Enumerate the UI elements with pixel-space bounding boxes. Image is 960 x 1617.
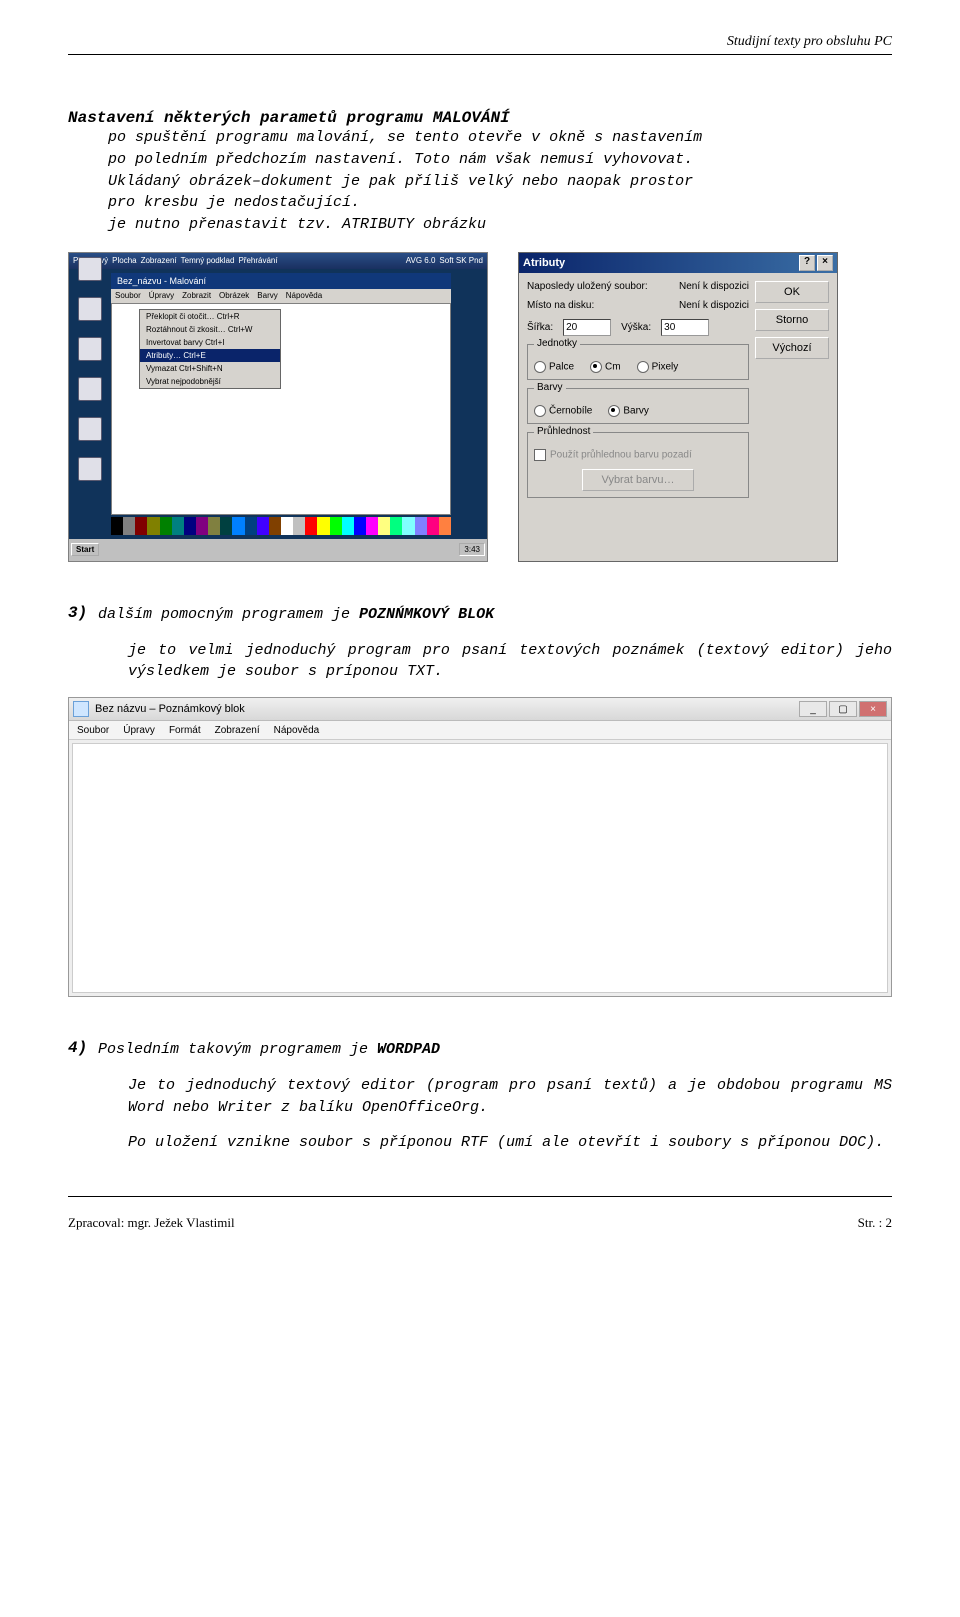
tray-clock: 3:43	[459, 543, 485, 556]
notepad-menubar[interactable]: SouborÚpravyFormátZobrazeníNápověda	[69, 721, 891, 740]
dialog-titlebar: Atributy ? ×	[519, 253, 837, 273]
radio-bw[interactable]	[534, 405, 546, 417]
header-divider	[68, 54, 892, 55]
footer-left: Zpracoval: mgr. Ježek Vlastimil	[68, 1215, 235, 1231]
desktop-icon	[73, 417, 107, 453]
transparency-checkbox[interactable]	[534, 449, 546, 461]
start-button[interactable]: Start	[71, 543, 99, 556]
units-group: Jednotky Palce Cm Pixely	[527, 344, 749, 380]
radio-cm[interactable]	[590, 361, 602, 373]
radio-color[interactable]	[608, 405, 620, 417]
close-button[interactable]: ×	[859, 701, 887, 717]
notepad-screenshot: Bez názvu – Poznámkový blok _ ▢ × Soubor…	[68, 697, 892, 997]
notepad-titlebar: Bez názvu – Poznámkový blok _ ▢ ×	[69, 698, 891, 721]
desktop-toolbar: PříkazovýPlochaZobrazeníTemný podkladPře…	[69, 253, 487, 269]
pick-color-button[interactable]: Vybrat barvu…	[582, 469, 694, 491]
notepad-textarea[interactable]	[72, 743, 888, 993]
default-button[interactable]: Výchozí	[755, 337, 829, 359]
program-name: WORDPAD	[377, 1041, 440, 1058]
context-menu[interactable]: Překlopit či otočit… Ctrl+R Roztáhnout č…	[139, 309, 281, 389]
minimize-button[interactable]: _	[799, 701, 827, 717]
paragraph: je to velmi jednoduchý program pro psaní…	[68, 640, 892, 684]
desktop-icon	[73, 297, 107, 333]
color-strip[interactable]	[111, 517, 451, 535]
paragraph: Ukládaný obrázek–dokument je pak příliš …	[68, 171, 892, 193]
notepad-icon	[73, 701, 89, 717]
list-number: 3)	[68, 604, 88, 626]
height-input[interactable]	[661, 319, 709, 336]
list-number: 4)	[68, 1039, 88, 1061]
paint-screenshot: PříkazovýPlochaZobrazeníTemný podkladPře…	[68, 252, 488, 562]
footer-divider	[68, 1196, 892, 1197]
paint-menubar[interactable]: SouborÚpravyZobrazitObrázekBarvyNápověda	[111, 289, 451, 303]
transparency-group: Průhlednost Použít průhlednou barvu poza…	[527, 432, 749, 498]
paragraph: Je to jednoduchý textový editor (program…	[68, 1075, 892, 1119]
program-name: POZNŃMKOVÝ BLOK	[359, 606, 494, 623]
cancel-button[interactable]: Storno	[755, 309, 829, 331]
page-header: Studijní texty pro obsluhu PC	[68, 34, 892, 50]
desktop-icon	[73, 377, 107, 413]
radio-pixels[interactable]	[637, 361, 649, 373]
paragraph: po spuštění programu malování, se tento …	[68, 127, 892, 149]
section-title: Nastavení některých parametů programu MA…	[68, 109, 892, 127]
footer-right: Str. : 2	[858, 1215, 892, 1231]
screenshot-row-1: PříkazovýPlochaZobrazeníTemný podkladPře…	[68, 252, 892, 562]
desktop-icon	[73, 257, 107, 293]
taskbar[interactable]: Start 3:43	[69, 539, 487, 561]
ok-button[interactable]: OK	[755, 281, 829, 303]
maximize-button[interactable]: ▢	[829, 701, 857, 717]
desktop-icon	[73, 337, 107, 373]
colors-group: Barvy Černobíle Barvy	[527, 388, 749, 424]
paragraph: Po uložení vznikne soubor s příponou RTF…	[68, 1132, 892, 1154]
attributes-dialog: Atributy ? × Naposledy uložený soubor:Ne…	[518, 252, 838, 562]
radio-inches[interactable]	[534, 361, 546, 373]
paint-titlebar: Bez_názvu - Malování	[111, 273, 451, 289]
desktop-icon	[73, 457, 107, 493]
paragraph: po poledním předchozím nastavení. Toto n…	[68, 149, 892, 171]
close-button[interactable]: ×	[817, 255, 833, 271]
paragraph: je nutno přenastavit tzv. ATRIBUTY obráz…	[68, 214, 892, 236]
help-button[interactable]: ?	[799, 255, 815, 271]
paragraph: pro kresbu je nedostačující.	[68, 192, 892, 214]
width-input[interactable]	[563, 319, 611, 336]
